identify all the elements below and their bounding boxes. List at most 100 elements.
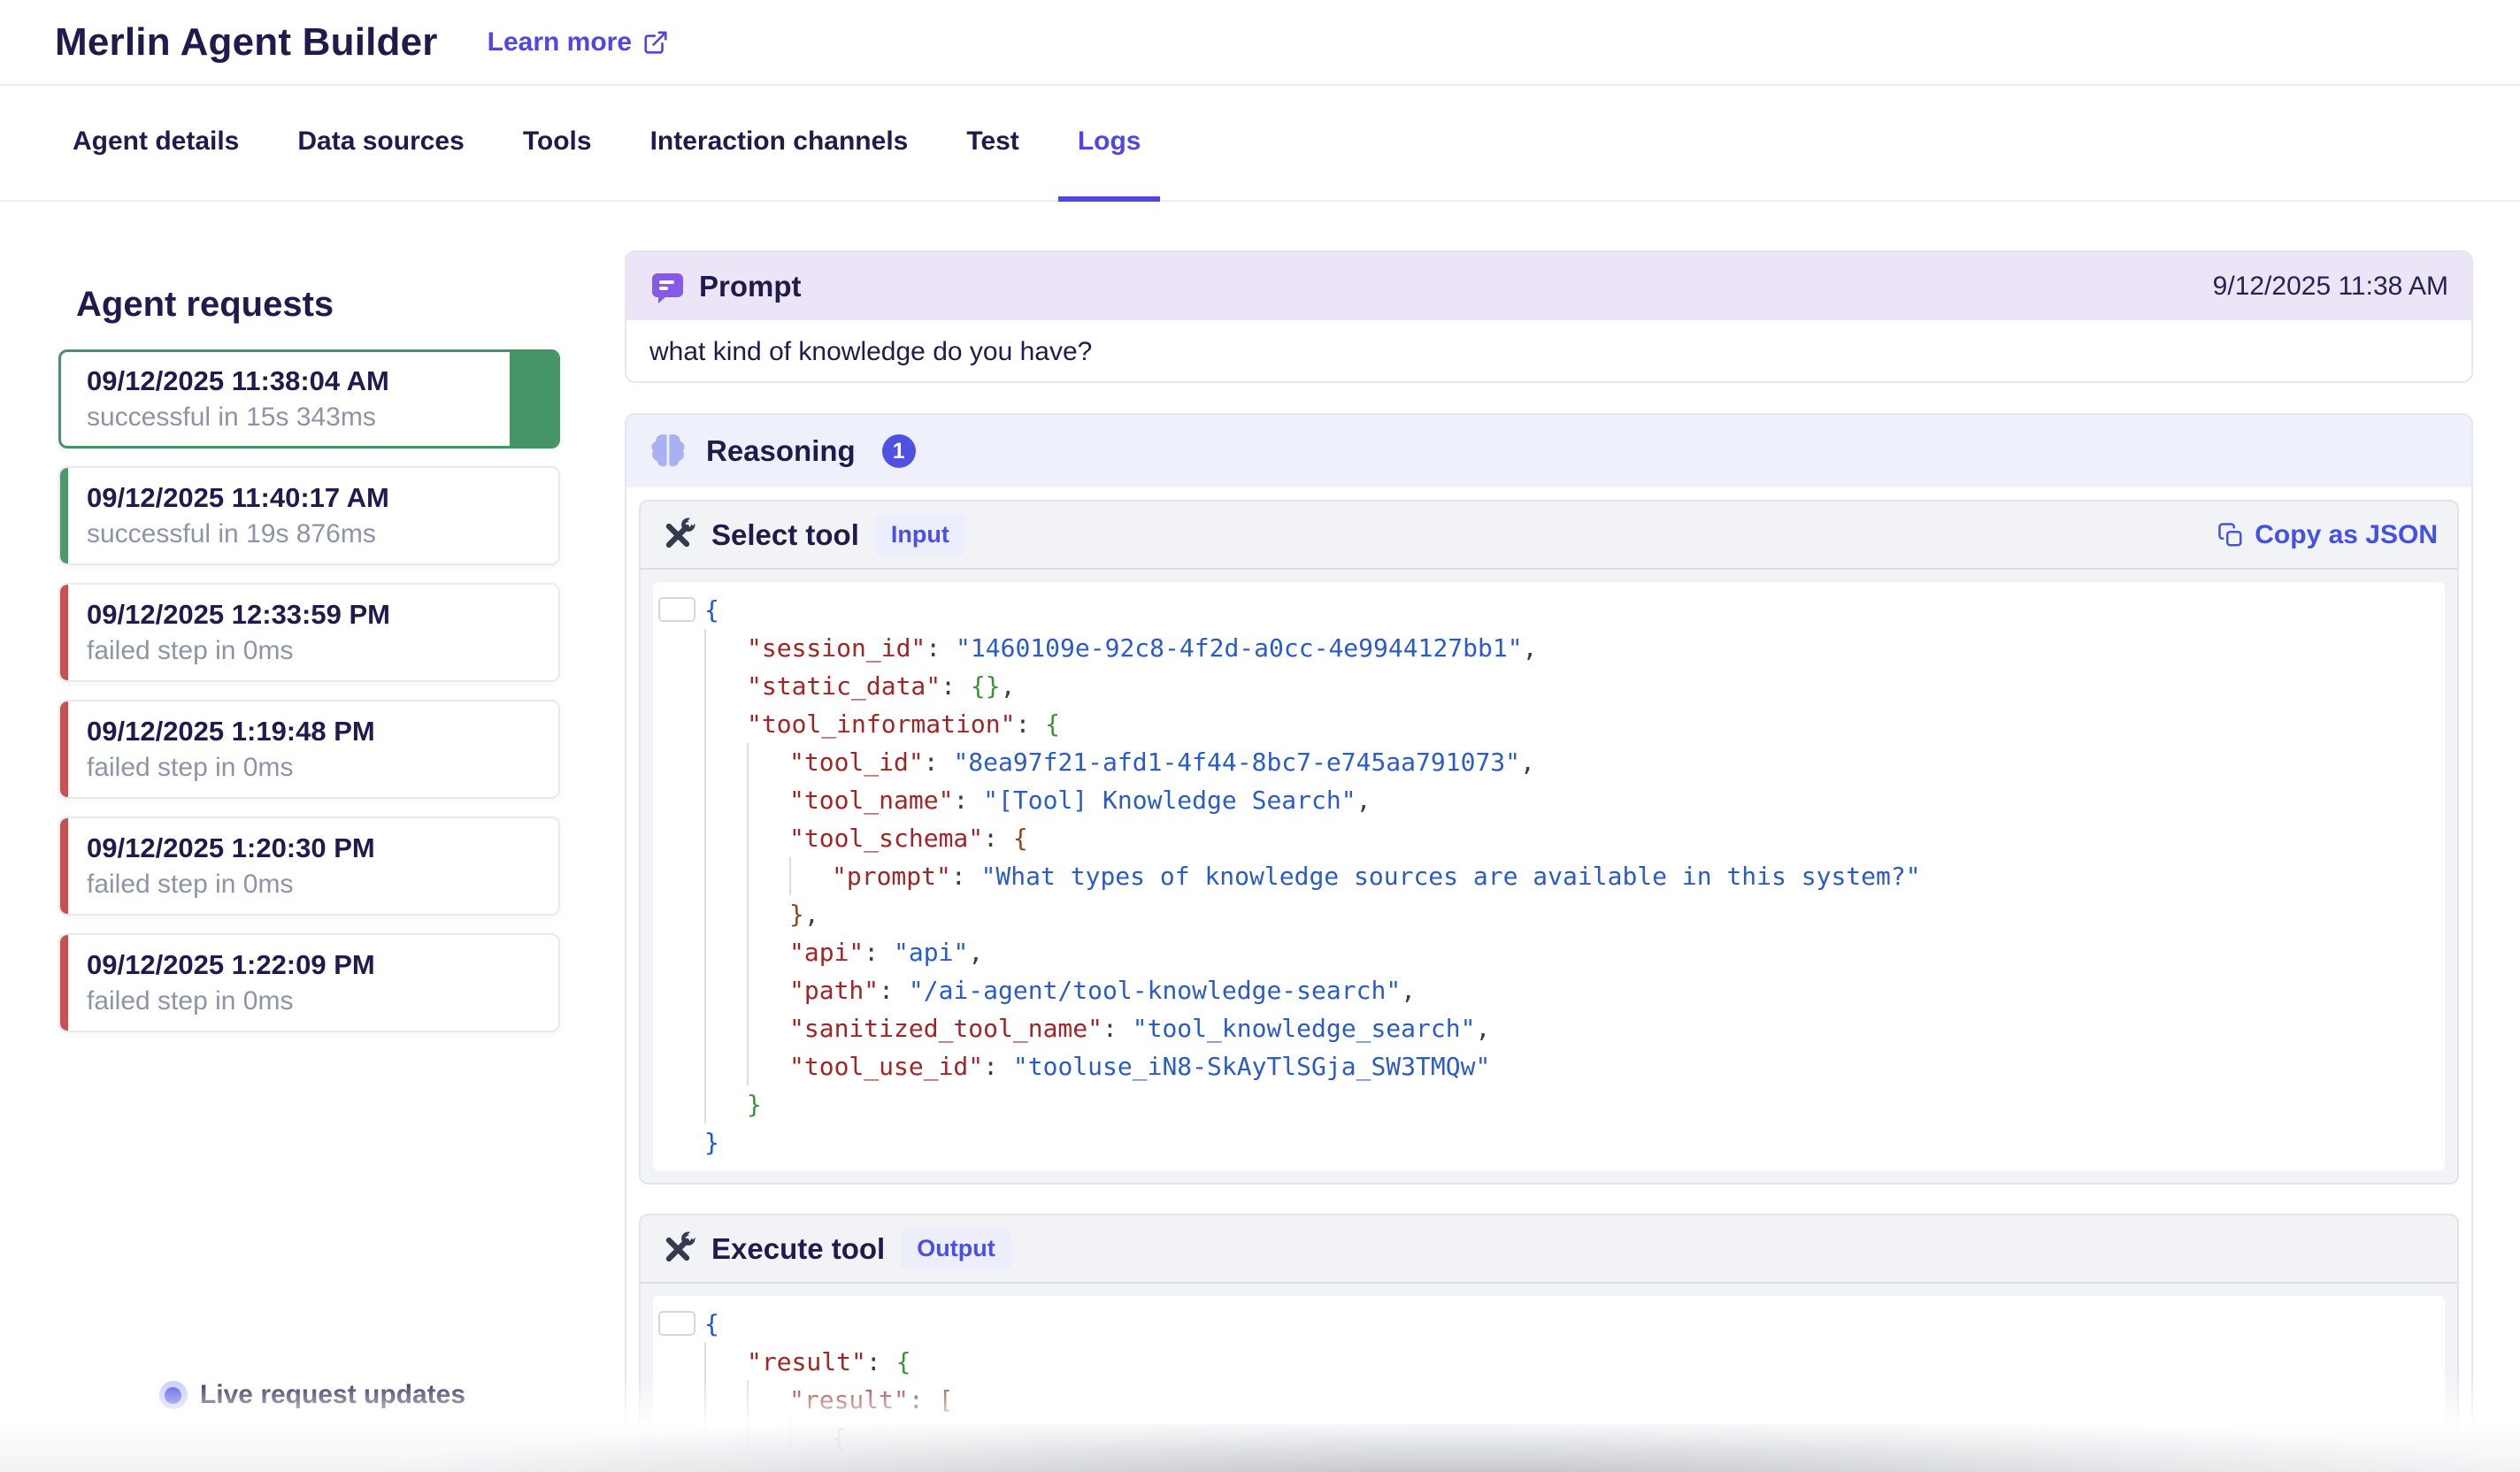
code-line: { [653,1419,2427,1457]
request-status-bar [60,585,68,680]
indent-guide [747,933,749,971]
request-status-bar [60,935,68,1031]
select-tool-header: Select tool Input Copy as JSON [641,502,2457,570]
tab-tools[interactable]: Tools [503,86,611,202]
tab-agent-details[interactable]: Agent details [53,86,258,202]
prompt-timestamp: 9/12/2025 11:38 AM [2213,272,2448,302]
indent-guide [747,743,749,781]
code-token: : [983,1052,1013,1081]
live-request-updates[interactable]: Live request updates [0,1380,625,1410]
code-token: , [1475,1014,1490,1043]
code-token: "result" [789,1385,909,1414]
learn-more-label: Learn more [488,27,632,58]
code-token: "tool_knowledge_search" [1133,1014,1476,1043]
code-line: "tool_name": "[Tool] Knowledge Search", [653,781,2427,819]
copy-as-json-button[interactable]: Copy as JSON [2217,520,2438,550]
learn-more-link[interactable]: Learn more [488,27,669,58]
request-status-bar [60,702,68,797]
copy-as-json-label: Copy as JSON [2255,520,2438,550]
indent-guide [747,1381,749,1419]
indent-guide [704,933,706,971]
code-token: "tooluse_iN8-SkAyTlSGja_SW3TMQw" [1013,1052,1490,1081]
tools-icon [660,518,695,553]
indent-guide [747,1419,749,1457]
reasoning-header: Reasoning 1 [626,415,2471,487]
brain-icon [648,433,688,470]
reasoning-body: Select tool Input Copy as JSON { "session… [626,487,2471,1472]
code-token: } [789,900,804,929]
code-token: "static_data" [747,671,941,701]
code-line: "tool_use_id": "tooluse_iN8-SkAyTlSGja_S… [653,1047,2427,1085]
code-token: "result" [747,1347,866,1376]
agent-requests-title: Agent requests [76,285,625,325]
code-token: , [804,900,819,929]
request-card[interactable]: 09/12/2025 11:38:04 AMsuccessful in 15s … [58,349,560,448]
tab-test[interactable]: Test [947,86,1038,202]
live-updates-label: Live request updates [200,1380,465,1410]
indent-guide [704,895,706,933]
code-line: { [653,1305,2427,1343]
tab-data-sources[interactable]: Data sources [278,86,483,202]
request-card[interactable]: 09/12/2025 1:22:09 PMfailed step in 0ms [58,933,560,1032]
code-line: "path": "/ai-agent/tool-knowledge-search… [653,971,2427,1009]
tools-icon [660,1231,695,1267]
code-token: "tool_id" [789,748,924,777]
code-token: "8ea97f21-afd1-4f44-8bc7-e745aa791073" [953,748,1520,777]
code-token: [ [939,1385,954,1414]
request-timestamp: 09/12/2025 12:33:59 PM [87,599,535,631]
code-token: : [951,862,981,891]
step-execute-tool: Execute tool Output { "result": { "result"… [639,1214,2459,1472]
code-token: "session_id" [747,633,926,663]
app-header: Merlin Agent Builder Learn more [0,0,2520,86]
request-card[interactable]: 09/12/2025 11:40:17 AMsuccessful in 19s … [58,466,560,565]
request-card[interactable]: 09/12/2025 1:20:30 PMfailed step in 0ms [58,816,560,916]
output-tag: Output [901,1228,1010,1269]
code-token: "tool_name" [789,786,953,815]
tab-interaction-channels[interactable]: Interaction channels [631,86,928,202]
request-list: 09/12/2025 11:38:04 AMsuccessful in 15s … [58,349,560,1032]
execute-tool-title: Execute tool [711,1232,885,1266]
chat-bubble-icon [649,269,685,304]
indent-guide [789,857,791,895]
code-token: : [924,748,954,777]
code-token: "prompt" [832,862,951,891]
tab-logs[interactable]: Logs [1058,86,1161,202]
code-line: } [653,1123,2427,1162]
copy-icon [2217,522,2244,548]
indent-guide [704,1047,706,1085]
execute-tool-header: Execute tool Output [641,1215,2457,1284]
indent-guide [704,857,706,895]
code-token: : [926,633,956,663]
sidebar: Agent requests 09/12/2025 11:38:04 AMsuc… [0,202,625,1472]
step-select-tool: Select tool Input Copy as JSON { "session… [639,500,2459,1184]
code-token: : [866,1347,896,1376]
reasoning-title: Reasoning [706,434,856,468]
live-radio-dot-icon [159,1381,188,1409]
code-line: "static_data": {}, [653,667,2427,705]
fold-toggle[interactable] [658,1311,695,1336]
prompt-text: what kind of knowledge do you have? [626,320,2471,383]
input-tag: Input [875,514,965,556]
fold-toggle[interactable] [658,597,695,622]
code-token: { [704,595,719,625]
external-link-icon [642,29,669,56]
code-token: "[Tool] Knowledge Search" [983,786,1356,815]
indent-guide [704,1009,706,1047]
page-title: Merlin Agent Builder [55,20,438,65]
indent-guide [747,971,749,1009]
request-card[interactable]: 09/12/2025 12:33:59 PMfailed step in 0ms [58,583,560,682]
code-token: "path" [789,976,879,1005]
code-token: { [1013,824,1028,853]
code-token: { [704,1309,719,1338]
request-status-bar [60,818,68,914]
code-token: : [909,1385,939,1414]
request-card[interactable]: 09/12/2025 1:19:48 PMfailed step in 0ms [58,700,560,799]
prompt-header: Prompt 9/12/2025 11:38 AM [626,252,2471,320]
code-token: "api" [894,938,968,967]
indent-guide [747,895,749,933]
indent-guide [704,1419,706,1457]
code-line: "prompt": "What types of knowledge sourc… [653,857,2427,895]
code-token: , [1401,976,1416,1005]
reasoning-count-badge: 1 [882,434,916,468]
code-token: : [879,976,909,1005]
